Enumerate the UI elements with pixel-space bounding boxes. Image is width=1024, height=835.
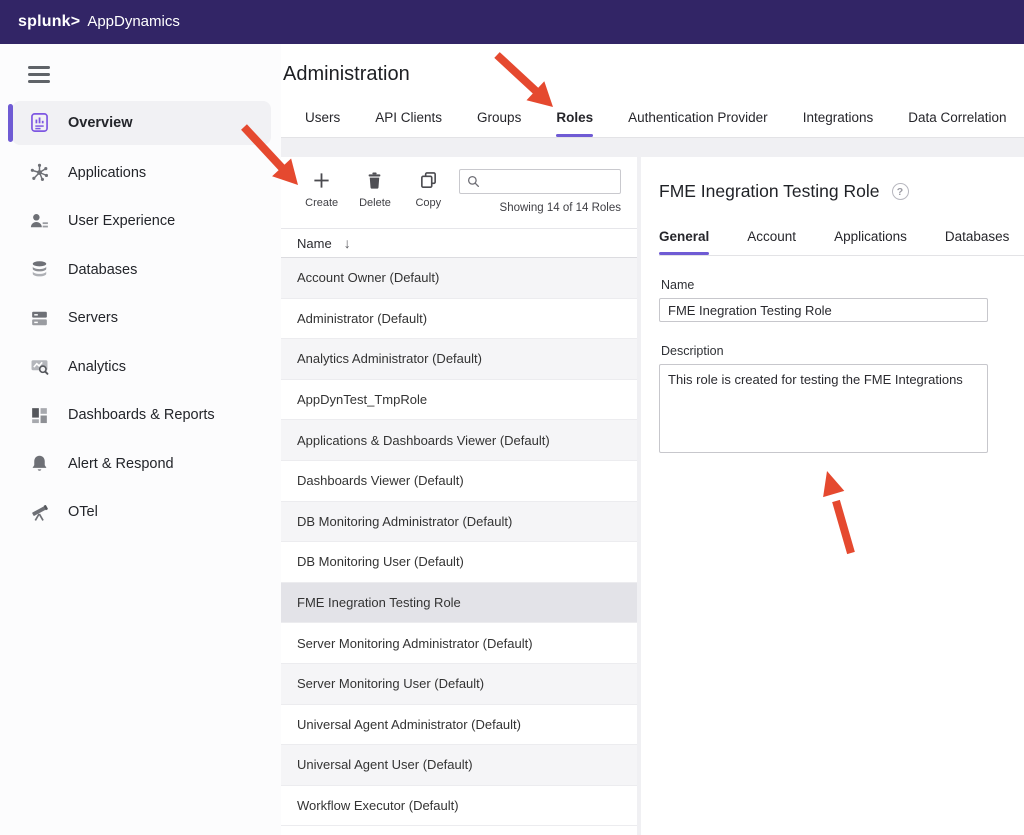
copy-icon <box>419 169 438 191</box>
splunk-appdynamics-logo[interactable]: splunk> AppDynamics <box>18 13 180 31</box>
sort-descending-icon[interactable]: ↓ <box>344 235 351 251</box>
sidebar-item-servers[interactable]: Servers <box>0 294 281 343</box>
tab-authentication-provider[interactable]: Authentication Provider <box>628 110 768 137</box>
sidebar-item-label: User Experience <box>68 213 175 229</box>
server-icon <box>28 307 50 329</box>
alert-bell-icon <box>28 453 50 475</box>
sidebar-item-alert-respond[interactable]: Alert & Respond <box>0 440 281 489</box>
tool-button-label: Create <box>305 197 338 209</box>
sidebar-item-otel[interactable]: OTel <box>0 488 281 537</box>
copy-button[interactable]: Copy <box>406 169 451 209</box>
tab-integrations[interactable]: Integrations <box>803 110 874 137</box>
role-row-server-monitoring-administrator-default[interactable]: Server Monitoring Administrator (Default… <box>281 623 637 664</box>
sidebar-item-label: Applications <box>68 165 146 181</box>
roles-column-header[interactable]: Name ↓ <box>281 228 637 258</box>
tab-data-correlation[interactable]: Data Correlation <box>908 110 1006 137</box>
role-row-dashboards-viewer-default[interactable]: Dashboards Viewer (Default) <box>281 461 637 502</box>
role-detail-title: FME Inegration Testing Role <box>659 181 880 202</box>
tab-roles[interactable]: Roles <box>556 110 593 137</box>
sidebar: Overview Applications User Experience Da… <box>0 44 281 835</box>
role-row-appdyntest-tmprole[interactable]: AppDynTest_TmpRole <box>281 380 637 421</box>
roles-list: Account Owner (Default)Administrator (De… <box>281 258 637 835</box>
hamburger-menu-icon[interactable] <box>28 66 50 83</box>
sidebar-item-label: Overview <box>68 115 133 131</box>
detail-tab-applications[interactable]: Applications <box>834 229 907 255</box>
otel-telescope-icon <box>28 501 50 523</box>
role-row-universal-agent-administrator-default[interactable]: Universal Agent Administrator (Default) <box>281 705 637 746</box>
sidebar-item-overview[interactable]: Overview <box>12 101 271 145</box>
plus-icon <box>312 169 331 191</box>
roles-toolbar: Create Delete Copy Showing 14 of 14 Role… <box>281 157 637 228</box>
trash-icon <box>365 169 384 191</box>
admin-tab-bar: Users API Clients Groups Roles Authenticatio… <box>283 86 1024 137</box>
delete-button[interactable]: Delete <box>352 169 397 209</box>
roles-list-panel: Create Delete Copy Showing 14 of 14 Role… <box>281 157 637 835</box>
role-row-fme-inegration-testing-role[interactable]: FME Inegration Testing Role <box>281 583 637 624</box>
tab-groups[interactable]: Groups <box>477 110 521 137</box>
detail-tab-account[interactable]: Account <box>747 229 796 255</box>
help-question-icon[interactable]: ? <box>892 183 909 200</box>
sidebar-item-dashboards-reports[interactable]: Dashboards & Reports <box>0 391 281 440</box>
tool-button-label: Copy <box>415 197 441 209</box>
sidebar-nav: Overview Applications User Experience Da… <box>0 101 281 537</box>
role-detail-panel: FME Inegration Testing Role ? General Acc… <box>641 157 1024 835</box>
brand-primary: splunk> <box>18 13 80 31</box>
user-experience-icon <box>28 210 50 232</box>
dashboards-grid-icon <box>28 404 50 426</box>
name-field-label: Name <box>661 278 1024 292</box>
sidebar-item-analytics[interactable]: Analytics <box>0 343 281 392</box>
sidebar-item-label: Databases <box>68 262 137 278</box>
tab-api-clients[interactable]: API Clients <box>375 110 442 137</box>
role-detail-tab-bar: General Account Applications Databases <box>659 229 1024 256</box>
role-row-applications-dashboards-viewer-default[interactable]: Applications & Dashboards Viewer (Defaul… <box>281 420 637 461</box>
sidebar-item-label: Servers <box>68 310 118 326</box>
role-row-db-monitoring-user-default[interactable]: DB Monitoring User (Default) <box>281 542 637 583</box>
role-description-textarea[interactable]: This role is created for testing the FME… <box>659 364 988 453</box>
role-row-server-monitoring-user-default[interactable]: Server Monitoring User (Default) <box>281 664 637 705</box>
showing-count-text: Showing 14 of 14 Roles <box>459 202 621 214</box>
top-bar: splunk> AppDynamics <box>0 0 1024 44</box>
sidebar-item-label: Alert & Respond <box>68 456 174 472</box>
tool-button-label: Delete <box>359 197 391 209</box>
role-row-universal-agent-user-default[interactable]: Universal Agent User (Default) <box>281 745 637 786</box>
search-icon <box>466 174 481 189</box>
applications-icon <box>28 162 50 184</box>
sidebar-item-label: OTel <box>68 504 98 520</box>
detail-tab-databases[interactable]: Databases <box>945 229 1010 255</box>
role-row-db-monitoring-administrator-default[interactable]: DB Monitoring Administrator (Default) <box>281 502 637 543</box>
sidebar-item-user-experience[interactable]: User Experience <box>0 197 281 246</box>
sidebar-item-databases[interactable]: Databases <box>0 246 281 295</box>
name-column-label: Name <box>297 236 332 251</box>
overview-icon <box>28 112 50 134</box>
role-name-input[interactable] <box>659 298 988 322</box>
sidebar-item-label: Dashboards & Reports <box>68 407 215 423</box>
role-row-account-owner-default[interactable]: Account Owner (Default) <box>281 258 637 299</box>
brand-secondary: AppDynamics <box>87 13 180 30</box>
analytics-icon <box>28 356 50 378</box>
create-button[interactable]: Create <box>299 169 344 209</box>
role-row-workflow-executor-default[interactable]: Workflow Executor (Default) <box>281 786 637 827</box>
description-field-label: Description <box>661 344 1024 358</box>
detail-tab-general[interactable]: General <box>659 229 709 255</box>
database-icon <box>28 259 50 281</box>
tab-users[interactable]: Users <box>305 110 340 137</box>
page-title: Administration <box>283 63 1024 86</box>
admin-header: Administration Users API Clients Groups Rol… <box>281 44 1024 138</box>
role-row-administrator-default[interactable]: Administrator (Default) <box>281 299 637 340</box>
role-row-analytics-administrator-default[interactable]: Analytics Administrator (Default) <box>281 339 637 380</box>
roles-search-input[interactable] <box>487 175 614 189</box>
sidebar-item-label: Analytics <box>68 359 126 375</box>
roles-search-box[interactable] <box>459 169 621 194</box>
sidebar-item-applications[interactable]: Applications <box>0 149 281 198</box>
